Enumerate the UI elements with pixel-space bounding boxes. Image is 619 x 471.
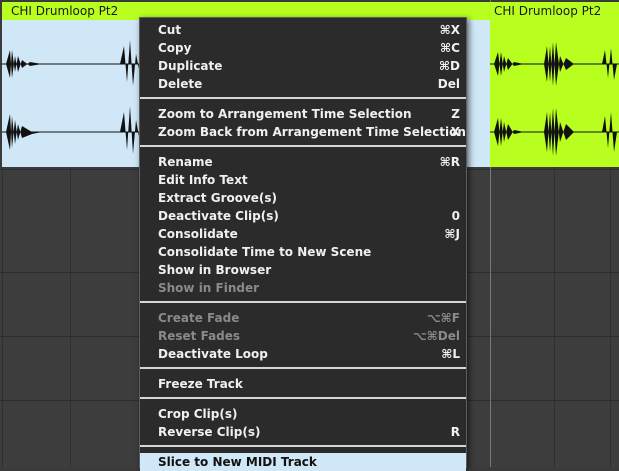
menu-item-shortcut: ⌘D [438,59,460,73]
menu-item-label: Slice to New MIDI Track [158,455,317,469]
menu-item-label: Show in Browser [158,263,272,277]
menu-item-zoom-back[interactable]: Zoom Back from Arrangement Time Selectio… [140,123,466,141]
menu-separator [140,367,466,369]
menu-item-edit-info-text[interactable]: Edit Info Text [140,171,466,189]
menu-item-reset-fades: Reset Fades ⌥⌘Del [140,327,466,345]
menu-item-label: Edit Info Text [158,173,248,187]
menu-item-label: Cut [158,23,182,37]
menu-separator [140,397,466,399]
menu-item-label: Freeze Track [158,377,243,391]
menu-separator [140,301,466,303]
menu-item-reverse-clips[interactable]: Reverse Clip(s) R [140,423,466,441]
menu-item-label: Reset Fades [158,329,241,343]
menu-item-label: Consolidate Time to New Scene [158,245,372,259]
menu-item-consolidate[interactable]: Consolidate ⌘J [140,225,466,243]
clip-title: CHI Drumloop Pt2 [490,2,619,21]
menu-item-shortcut: 0 [451,209,460,223]
menu-item-label: Zoom Back from Arrangement Time Selectio… [158,125,466,139]
menu-item-shortcut: R [450,425,460,439]
menu-item-label: Zoom to Arrangement Time Selection [158,107,412,121]
menu-item-deactivate-loop[interactable]: Deactivate Loop ⌘L [140,345,466,363]
menu-item-crop-clips[interactable]: Crop Clip(s) [140,405,466,423]
waveform-graphic [490,42,619,156]
menu-item-shortcut: ⌘L [441,347,460,361]
menu-item-label: Create Fade [158,311,240,325]
menu-item-extract-groove[interactable]: Extract Groove(s) [140,189,466,207]
menu-separator [140,145,466,147]
audio-clip-right[interactable]: CHI Drumloop Pt2 [490,2,619,167]
menu-item-shortcut: ⌥⌘F [426,311,460,325]
menu-item-shortcut: ⌘C [440,41,460,55]
menu-item-label: Rename [158,155,213,169]
menu-item-shortcut: ⌘R [439,155,460,169]
menu-item-label: Copy [158,41,192,55]
menu-item-show-in-finder: Show in Finder [140,279,466,297]
clip-waveform [490,20,619,167]
menu-item-create-fade: Create Fade ⌥⌘F [140,309,466,327]
context-menu: Cut ⌘X Copy ⌘C Duplicate ⌘D Delete Del Z… [139,17,467,471]
menu-item-shortcut: Del [437,77,460,91]
menu-item-show-in-browser[interactable]: Show in Browser [140,261,466,279]
menu-item-deactivate-clips[interactable]: Deactivate Clip(s) 0 [140,207,466,225]
menu-item-label: Reverse Clip(s) [158,425,261,439]
menu-item-shortcut: Z [451,107,460,121]
menu-item-label: Deactivate Clip(s) [158,209,279,223]
menu-item-consolidate-time-new-scene[interactable]: Consolidate Time to New Scene [140,243,466,261]
menu-item-label: Show in Finder [158,281,260,295]
menu-item-cut[interactable]: Cut ⌘X [140,21,466,39]
menu-item-label: Deactivate Loop [158,347,268,361]
menu-separator [140,445,466,447]
menu-item-duplicate[interactable]: Duplicate ⌘D [140,57,466,75]
menu-item-label: Crop Clip(s) [158,407,238,421]
menu-item-shortcut: ⌥⌘Del [412,329,460,343]
menu-item-rename[interactable]: Rename ⌘R [140,153,466,171]
menu-item-label: Consolidate [158,227,238,241]
menu-item-copy[interactable]: Copy ⌘C [140,39,466,57]
menu-item-shortcut: X [450,125,460,139]
menu-item-label: Delete [158,77,203,91]
menu-item-shortcut: ⌘X [439,23,460,37]
menu-item-label: Duplicate [158,59,223,73]
menu-separator [140,97,466,99]
menu-item-zoom-to-selection[interactable]: Zoom to Arrangement Time Selection Z [140,105,466,123]
menu-item-shortcut: ⌘J [444,227,460,241]
menu-item-freeze-track[interactable]: Freeze Track [140,375,466,393]
menu-item-delete[interactable]: Delete Del [140,75,466,93]
menu-item-slice-to-midi[interactable]: Slice to New MIDI Track [140,453,466,471]
menu-item-label: Extract Groove(s) [158,191,278,205]
